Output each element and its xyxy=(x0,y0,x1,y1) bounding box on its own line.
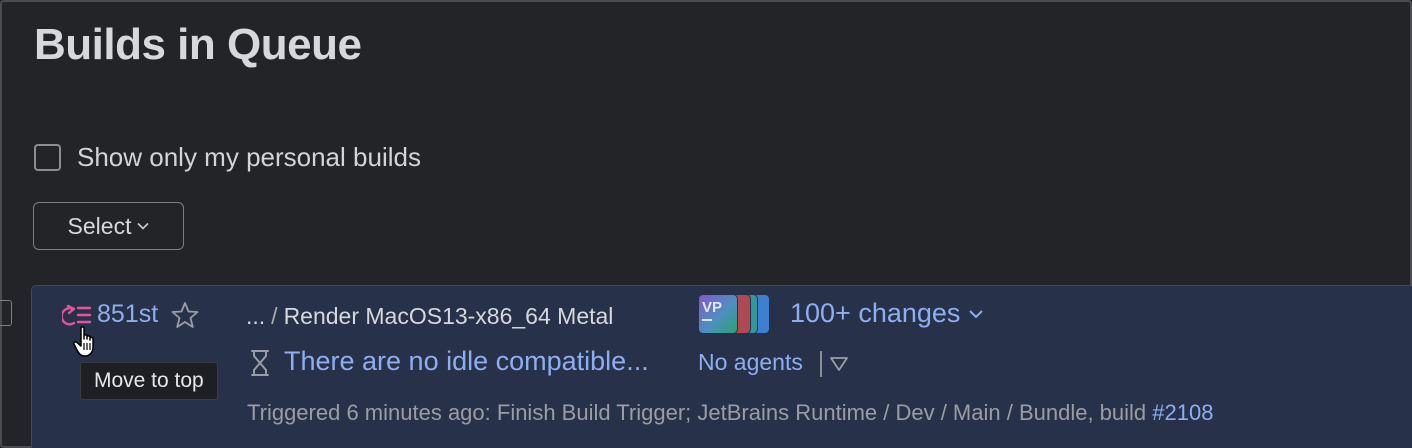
avatar: VP xyxy=(698,294,738,334)
personal-builds-label: Show only my personal builds xyxy=(77,142,421,172)
build-config-link[interactable]: Render MacOS13-x86_64 Metal xyxy=(284,303,614,329)
avatar-initials: VP xyxy=(702,299,723,316)
changes-dropdown[interactable]: 100+ changes xyxy=(790,298,984,329)
row-select-checkbox[interactable] xyxy=(0,300,12,326)
agents-divider xyxy=(820,351,822,377)
queue-position-link[interactable]: 851st xyxy=(97,300,158,329)
wait-reason-link[interactable]: There are no idle compatible... xyxy=(284,346,649,377)
hourglass-icon xyxy=(251,350,269,376)
trigger-description: Triggered 6 minutes ago: Finish Build Tr… xyxy=(247,400,1153,425)
committer-avatars[interactable]: VP xyxy=(698,294,778,334)
star-icon[interactable] xyxy=(170,301,200,329)
trigger-build-link[interactable]: #2108 xyxy=(1152,400,1213,425)
changes-label: 100+ changes xyxy=(790,298,961,328)
select-button-label: Select xyxy=(67,212,132,239)
hand-pointer-icon xyxy=(73,326,94,357)
trigger-info: Triggered 6 minutes ago: Finish Build Tr… xyxy=(247,400,1213,426)
select-button[interactable]: Select xyxy=(33,202,184,250)
chevron-down-icon xyxy=(969,309,984,318)
build-config-path: ... / Render MacOS13-x86_64 Metal xyxy=(246,303,613,330)
page-title: Builds in Queue xyxy=(34,20,362,69)
personal-builds-checkbox[interactable] xyxy=(34,144,61,171)
agents-link[interactable]: No agents xyxy=(698,349,803,376)
path-separator: / xyxy=(271,303,278,329)
personal-builds-filter[interactable]: Show only my personal builds xyxy=(34,142,421,173)
path-ellipsis-link[interactable]: ... xyxy=(246,303,265,329)
move-to-top-tooltip: Move to top xyxy=(80,362,218,400)
triangle-down-icon[interactable] xyxy=(829,355,849,373)
avatar-underline xyxy=(702,319,712,321)
chevron-down-icon xyxy=(137,222,150,230)
